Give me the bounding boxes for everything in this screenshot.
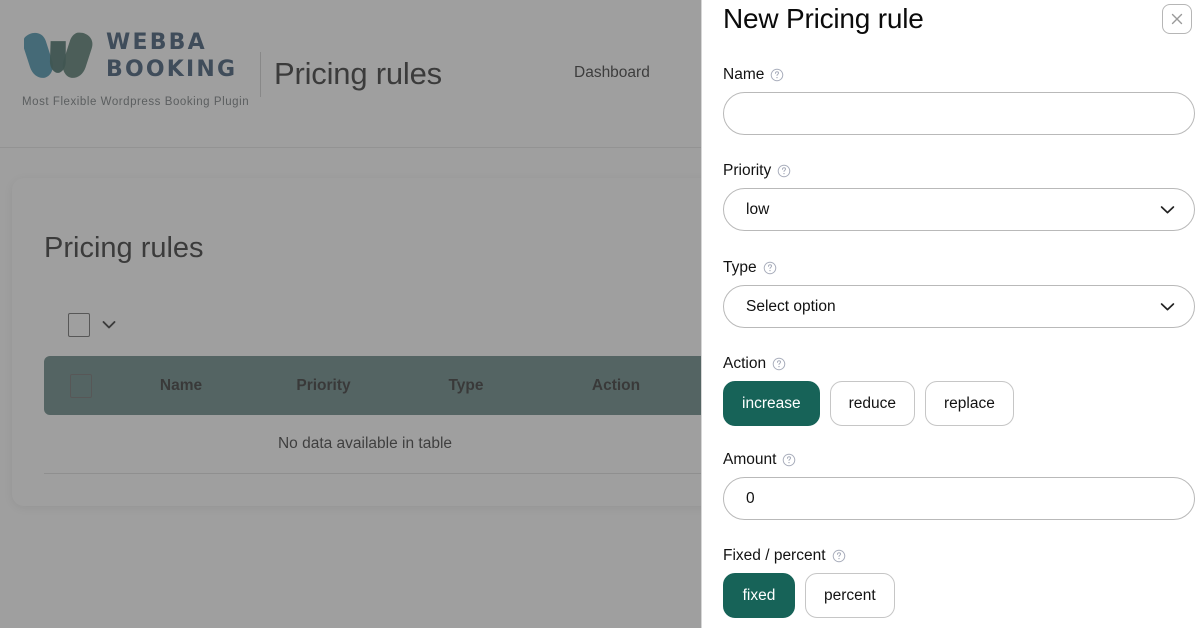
close-icon: [1171, 13, 1183, 25]
field-fixed-percent-label: Fixed / percent: [723, 547, 826, 564]
field-fixed-percent: Fixed / percent fixed percent: [723, 547, 1195, 618]
field-amount-label-row: Amount: [723, 451, 1195, 469]
field-name: Name: [723, 66, 1195, 135]
field-priority-label-row: Priority: [723, 162, 1195, 180]
bulk-action-row: [68, 313, 116, 337]
page-title: Pricing rules: [274, 56, 442, 91]
table-header-name[interactable]: Name: [116, 377, 246, 395]
help-circle-icon[interactable]: [782, 453, 796, 467]
select-all-checkbox[interactable]: [70, 373, 92, 398]
field-name-label-row: Name: [723, 66, 1195, 84]
brand-logo[interactable]: WEBBA BOOKING: [24, 28, 237, 86]
field-action-label-row: Action: [723, 355, 1195, 373]
nav-item-dashboard[interactable]: Dashboard: [574, 64, 650, 82]
table-header-checkbox-cell: [44, 373, 116, 398]
chevron-down-icon[interactable]: [102, 320, 116, 330]
webba-logo-icon: [24, 32, 93, 78]
bulk-select-checkbox[interactable]: [68, 313, 90, 337]
action-option-reduce[interactable]: reduce: [829, 381, 915, 426]
brand-name-line1: WEBBA: [106, 30, 207, 55]
help-circle-icon[interactable]: [763, 261, 777, 275]
action-toggle-group: increase reduce replace: [723, 381, 1195, 426]
field-priority-label: Priority: [723, 162, 772, 179]
priority-select[interactable]: low: [723, 188, 1195, 231]
close-panel-button[interactable]: [1162, 4, 1192, 34]
table-header-type[interactable]: Type: [401, 377, 531, 395]
brand-tagline: Most Flexible Wordpress Booking Plugin: [22, 96, 250, 108]
help-circle-icon[interactable]: [772, 357, 786, 371]
field-type: Type Select option: [723, 259, 1195, 328]
card-title: Pricing rules: [44, 232, 204, 264]
fixed-percent-option-fixed[interactable]: fixed: [723, 573, 795, 618]
header-divider: [260, 52, 261, 97]
field-action: Action increase reduce replace: [723, 355, 1195, 426]
field-type-label-row: Type: [723, 259, 1195, 277]
new-pricing-rule-panel: New Pricing rule Name Priority low Type …: [701, 0, 1200, 628]
panel-title: New Pricing rule: [723, 3, 924, 34]
table-header-priority[interactable]: Priority: [246, 377, 401, 395]
field-amount-label: Amount: [723, 451, 777, 468]
name-input[interactable]: [723, 92, 1195, 135]
field-action-label: Action: [723, 355, 767, 372]
action-option-increase[interactable]: increase: [723, 381, 820, 426]
type-select[interactable]: Select option: [723, 285, 1195, 328]
amount-input[interactable]: [723, 477, 1195, 520]
help-circle-icon[interactable]: [832, 549, 846, 563]
fixed-percent-toggle-group: fixed percent: [723, 573, 1195, 618]
help-circle-icon[interactable]: [770, 68, 784, 82]
fixed-percent-option-percent[interactable]: percent: [805, 573, 895, 618]
action-option-replace[interactable]: replace: [925, 381, 1014, 426]
field-type-label: Type: [723, 259, 757, 276]
field-name-label: Name: [723, 66, 765, 83]
main-nav: Dashboard: [574, 64, 650, 82]
field-amount: Amount: [723, 451, 1195, 520]
field-priority: Priority low: [723, 162, 1195, 231]
field-fixed-percent-label-row: Fixed / percent: [723, 547, 1195, 565]
type-select-wrap: Select option: [723, 285, 1195, 328]
help-circle-icon[interactable]: [777, 164, 791, 178]
table-header-action[interactable]: Action: [531, 377, 701, 395]
priority-select-wrap: low: [723, 188, 1195, 231]
brand-name-line2: BOOKING: [106, 56, 238, 82]
